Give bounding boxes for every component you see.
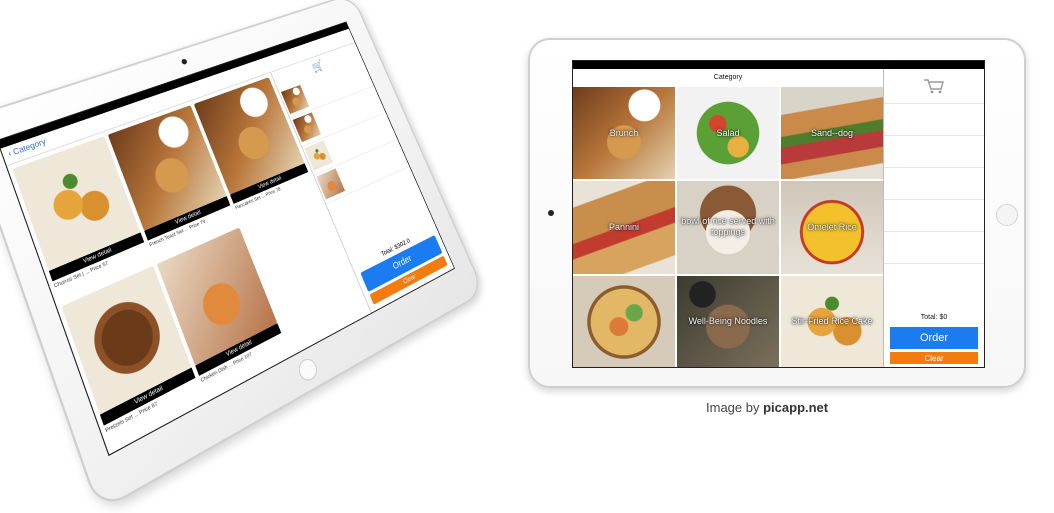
category-tile-noodles[interactable]: Well-Being Noodles xyxy=(677,275,779,367)
home-button[interactable] xyxy=(996,204,1018,226)
category-tile-rice-bowl[interactable]: bowl of rice served with toppings xyxy=(677,181,779,274)
tile-label: bowl of rice served with toppings xyxy=(681,216,775,238)
cart-slot xyxy=(884,168,984,200)
category-tile-omelet-rice[interactable]: Omelet Rice xyxy=(781,181,883,274)
cart-panel: Total: $0 Order Clear xyxy=(883,69,984,367)
ipad-frame: Category Brunch Salad Sand--dog Pannini … xyxy=(528,38,1026,388)
cart-slot xyxy=(884,200,984,232)
image-credit: Image by picapp.net xyxy=(706,400,828,415)
tile-label: Sand--dog xyxy=(810,127,854,138)
tile-label: Omelet Rice xyxy=(807,221,857,232)
credit-site: picapp.net xyxy=(763,400,829,415)
status-bar xyxy=(573,61,984,69)
category-tile-pizza[interactable] xyxy=(573,275,675,367)
category-tile-rice-cake[interactable]: Stir-Fried Rice Cake xyxy=(781,275,883,367)
order-button[interactable]: Order xyxy=(890,327,978,349)
credit-prefix: Image by xyxy=(706,400,760,415)
tile-label: Brunch xyxy=(609,127,639,138)
ipad-frame-left: ‹ Category View detail Churros Set | ...… xyxy=(0,0,486,513)
cart-slot xyxy=(884,232,984,264)
category-tile-salad[interactable]: Salad xyxy=(677,87,779,180)
tilted-ipad-mockup: ‹ Category View detail Churros Set | ...… xyxy=(0,0,486,513)
cart-total: Total: $0 xyxy=(920,314,948,321)
category-tile-sand-dog[interactable]: Sand--dog xyxy=(781,87,883,180)
ipad-screen: Category Brunch Salad Sand--dog Pannini … xyxy=(572,60,985,368)
cart-slot xyxy=(884,136,984,168)
tile-label: Salad xyxy=(716,127,740,138)
category-tile-brunch[interactable]: Brunch xyxy=(573,87,675,180)
tile-label: Well-Being Noodles xyxy=(688,316,768,327)
shopping-cart-icon xyxy=(924,79,944,94)
tile-label: Pannini xyxy=(608,221,640,232)
page-title: Category xyxy=(713,74,743,81)
home-button-left xyxy=(295,355,320,385)
camera-icon xyxy=(548,210,554,216)
category-grid: Brunch Salad Sand--dog Pannini bowl of r… xyxy=(573,87,883,367)
cart-header xyxy=(884,69,984,104)
ipad-screen-left: ‹ Category View detail Churros Set | ...… xyxy=(0,21,456,457)
menu-pane: Category Brunch Salad Sand--dog Pannini … xyxy=(573,69,883,367)
category-tile-pannini[interactable]: Pannini xyxy=(573,181,675,274)
clear-button[interactable]: Clear xyxy=(890,352,978,364)
cart-slot xyxy=(884,104,984,136)
camera-icon xyxy=(180,58,188,66)
tile-label: Stir-Fried Rice Cake xyxy=(791,316,873,327)
